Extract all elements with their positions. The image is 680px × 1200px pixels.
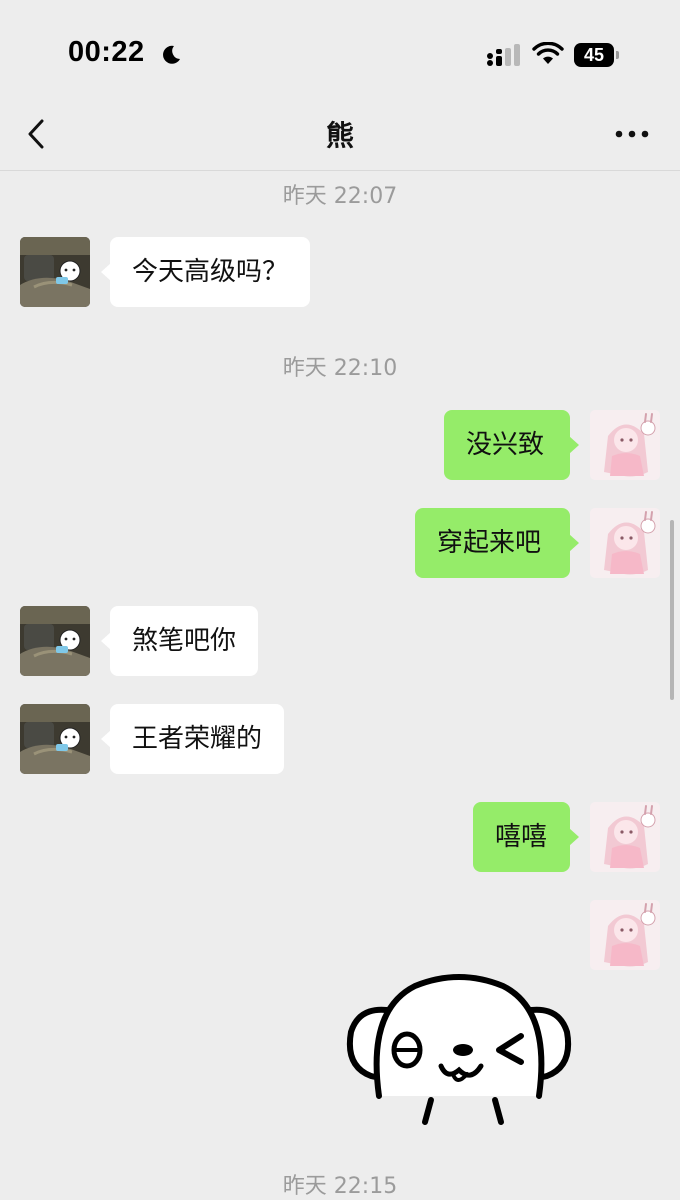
my-avatar-image: [590, 410, 660, 480]
my-avatar[interactable]: [590, 900, 660, 970]
ellipsis-icon[interactable]: [612, 124, 652, 144]
cellular-signal-icon: [487, 44, 520, 66]
timestamp: 昨天 22:10: [282, 356, 398, 381]
battery-level: 45: [583, 45, 605, 65]
status-bar: 00:22 45: [0, 0, 680, 100]
battery-tip: [616, 51, 619, 59]
timestamp: 昨天 22:15: [282, 1174, 398, 1199]
battery-icon: 45: [574, 43, 620, 67]
message-bubble-sent[interactable]: 没兴致: [444, 410, 579, 480]
message-bubble-received[interactable]: 王者荣耀的: [100, 704, 285, 774]
status-time: 00:22: [68, 36, 145, 68]
my-avatar-image: [590, 900, 660, 970]
message-bubble-received[interactable]: 今天高级吗？: [100, 237, 311, 307]
contact-avatar[interactable]: [20, 606, 90, 676]
message-bubble-sent[interactable]: 嘻嘻: [473, 802, 579, 872]
contact-avatar-image: [20, 704, 90, 774]
my-avatar-image: [590, 802, 660, 872]
contact-avatar-image: [20, 606, 90, 676]
timestamp: 昨天 22:07: [282, 184, 398, 209]
chat-header: 熊: [0, 100, 680, 171]
my-avatar[interactable]: [590, 410, 660, 480]
message-bubble-received[interactable]: 煞笔吧你: [100, 606, 259, 676]
moon-icon: [163, 45, 180, 64]
my-avatar[interactable]: [590, 802, 660, 872]
chevron-left-icon[interactable]: [22, 116, 52, 152]
chat-title: 熊: [325, 119, 354, 152]
my-avatar[interactable]: [590, 508, 660, 578]
contact-avatar[interactable]: [20, 237, 90, 307]
contact-avatar[interactable]: [20, 704, 90, 774]
message-bubble-sent[interactable]: 穿起来吧: [415, 508, 579, 578]
scrollbar[interactable]: [670, 520, 674, 700]
wifi-icon: [532, 42, 564, 64]
my-avatar-image: [590, 508, 660, 578]
contact-avatar-image: [20, 237, 90, 307]
winking-dog-sticker[interactable]: [345, 970, 573, 1130]
